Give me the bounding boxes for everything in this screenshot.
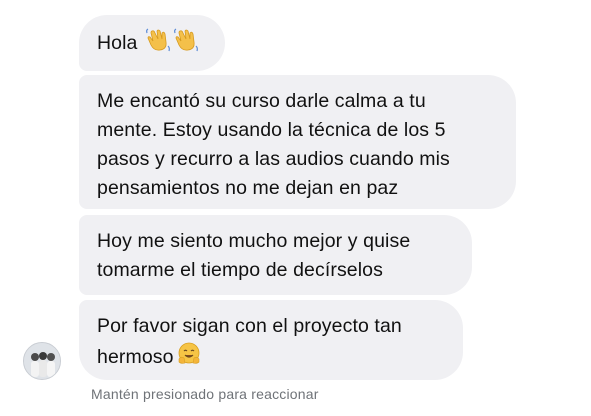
waving-hand-icon: [174, 28, 198, 52]
message-bubble[interactable]: Hoy me siento mucho mejor y quise tomarm…: [79, 215, 472, 295]
reaction-hint: Mantén presionado para reaccionar: [91, 386, 319, 402]
hugging-face-icon: [178, 342, 199, 364]
message-text: Me encantó su curso darle calma a tu men…: [97, 90, 450, 199]
message-thread: Hola Me encantó su curso darle calma a t…: [0, 0, 591, 416]
message-text: Hoy me siento mucho mejor y quise tomarm…: [97, 230, 411, 281]
message-text: Por favor sigan con el proyecto tan herm…: [97, 315, 402, 368]
message-bubble[interactable]: Hola: [79, 15, 225, 71]
avatar-photo: [24, 343, 60, 379]
waving-hand-icon: [146, 28, 170, 52]
message-bubble[interactable]: Por favor sigan con el proyecto tan herm…: [79, 300, 463, 380]
message-text: Hola: [97, 32, 138, 54]
avatar[interactable]: [23, 342, 61, 380]
message-bubble[interactable]: Me encantó su curso darle calma a tu men…: [79, 75, 516, 209]
